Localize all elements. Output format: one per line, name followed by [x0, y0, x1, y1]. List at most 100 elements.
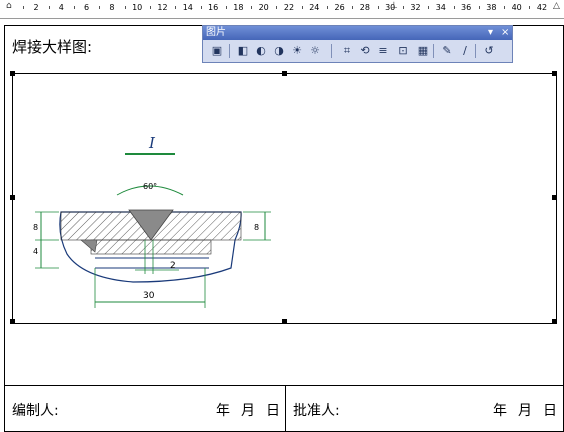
- footer-approved-by-label: 批准人:: [293, 403, 340, 419]
- footer-prepared-by-label: 编制人:: [12, 403, 59, 419]
- ruler-minor-tick: [175, 6, 177, 9]
- color-icon[interactable]: ◧: [235, 43, 251, 59]
- ruler-minor-tick: [99, 6, 101, 9]
- footer-divider: [4, 385, 564, 386]
- handle-top-mid[interactable]: [282, 71, 287, 76]
- toolbar-title: 图片: [206, 27, 226, 38]
- ruler-minor-tick: [74, 6, 75, 9]
- root-weld: [80, 239, 98, 253]
- footer-left-year: 年: [216, 403, 230, 419]
- ruler-number: 18: [233, 3, 244, 12]
- ruler-number: 34: [435, 3, 446, 12]
- ruler-minor-tick: [48, 6, 50, 9]
- ruler-number: 10: [132, 3, 143, 12]
- handle-top-right[interactable]: [552, 71, 557, 76]
- ruler-minor-tick: [504, 6, 506, 9]
- ruler-number: 4: [58, 3, 64, 12]
- page-border-left: [4, 25, 5, 432]
- ruler-number: 26: [334, 3, 345, 12]
- ruler-minor-tick: [251, 6, 253, 9]
- ruler-number: 12: [157, 3, 168, 12]
- footer-split: [285, 385, 286, 432]
- weld-detail-picture[interactable]: I 60° 8 4 8 2 30: [12, 73, 557, 324]
- more-brightness-icon[interactable]: ☀: [289, 43, 305, 59]
- toolbar-separator: [331, 44, 332, 58]
- compress-picture-icon[interactable]: ⊡: [395, 43, 411, 59]
- ruler-minor-tick: [327, 6, 328, 9]
- left-dim-top-label: 8: [33, 223, 38, 232]
- insert-picture-icon[interactable]: ▣: [209, 43, 225, 59]
- more-contrast-icon[interactable]: ◐: [253, 43, 269, 59]
- ruler-number: 42: [536, 3, 548, 12]
- ruler-minor-tick: [200, 6, 202, 9]
- handle-mid-right[interactable]: [552, 195, 557, 200]
- toolbar-buttons: ▣ ◧ ◐ ◑ ☀ ☼ ⌗ ⟲ ≡ ⊡ ▦ ✎ ∕ ↺: [205, 42, 510, 61]
- ruler-number: 14: [182, 3, 193, 12]
- footer-right-year: 年: [493, 403, 507, 419]
- ruler-minor-tick: [276, 6, 278, 9]
- less-brightness-icon[interactable]: ☼: [307, 43, 323, 59]
- line-style-icon[interactable]: ≡: [375, 43, 391, 59]
- right-indent-marker[interactable]: △: [553, 2, 560, 11]
- ruler-number: 32: [410, 3, 421, 12]
- toolbar-close-icon[interactable]: ×: [501, 26, 509, 40]
- ruler-number: 40: [511, 3, 522, 12]
- footer-left-month: 月: [241, 403, 255, 419]
- weld-drawing: I 60° 8 4 8 2 30: [33, 134, 271, 308]
- toolbar-separator: [475, 44, 476, 58]
- ruler-minor-tick: [149, 6, 151, 9]
- right-dim-label: 8: [254, 223, 259, 232]
- handle-bottom-left[interactable]: [10, 319, 15, 324]
- toolbar-separator: [229, 44, 230, 58]
- ruler-minor-tick: [478, 6, 480, 9]
- section-label: I: [148, 134, 156, 152]
- ruler-minor-tick: [453, 6, 455, 9]
- ruler-minor-tick: [225, 6, 227, 9]
- lower-plate-hatch: [90, 239, 212, 255]
- left-indent-marker[interactable]: ⌂: [6, 2, 12, 11]
- ruler-number: 22: [283, 3, 295, 12]
- handle-top-left[interactable]: [10, 71, 15, 76]
- ruler-minor-tick: [124, 6, 126, 9]
- ruler-minor-tick: [402, 6, 404, 9]
- ruler-number: 16: [208, 3, 219, 12]
- toolbar-separator: [433, 44, 434, 58]
- ruler-number: 38: [486, 3, 497, 12]
- picture-toolbar[interactable]: 图片 ▾ × ▣ ◧ ◐ ◑ ☀ ☼ ⌗ ⟲ ≡ ⊡ ▦ ✎ ∕ ↺: [202, 25, 513, 63]
- horizontal-ruler[interactable]: ⌂ 2 4 6 8 10 12 14 16 18 20 22 24 26 28 30 32 34 36 38 40 42 ⊥…: [0, 0, 564, 19]
- handle-bottom-mid[interactable]: [282, 319, 287, 324]
- ruler-number: 36: [461, 3, 472, 12]
- ruler-minor-tick: [428, 6, 430, 9]
- rotate-left-icon[interactable]: ⟲: [357, 43, 373, 59]
- ruler-number: 6: [84, 3, 90, 12]
- reset-picture-icon[interactable]: ↺: [481, 43, 497, 59]
- toolbar-options-icon[interactable]: ▾: [488, 26, 493, 40]
- ruler-number: 8: [109, 3, 115, 12]
- ruler-number: 20: [258, 3, 269, 12]
- handle-mid-left[interactable]: [10, 195, 15, 200]
- less-contrast-icon[interactable]: ◑: [271, 43, 287, 59]
- toolbar-titlebar[interactable]: 图片 ▾ ×: [203, 26, 512, 40]
- set-transparent-color-icon[interactable]: ∕: [457, 43, 473, 59]
- ruler-number: 2: [33, 3, 39, 12]
- left-dim-bottom-label: 4: [33, 247, 38, 256]
- ruler-minor-tick: [23, 6, 25, 9]
- footer-right-month: 月: [518, 403, 532, 419]
- footer-right-day: 日: [543, 403, 557, 419]
- tab-stop-marker[interactable]: ⊥: [390, 2, 398, 11]
- ruler-minor-tick: [301, 6, 303, 9]
- ruler-number: 24: [309, 3, 320, 12]
- format-picture-icon[interactable]: ✎: [439, 43, 455, 59]
- page-title: 焊接大样图:: [12, 38, 93, 56]
- footer-left-day: 日: [266, 403, 280, 419]
- ruler-minor-tick: [377, 6, 379, 9]
- gap-dim-label: 2: [170, 261, 176, 271]
- ruler-minor-tick: [529, 6, 531, 9]
- ruler-number: 28: [359, 3, 370, 12]
- ruler-minor-tick: [352, 6, 354, 9]
- handle-bottom-right[interactable]: [552, 319, 557, 324]
- text-wrapping-icon[interactable]: ▦: [415, 43, 431, 59]
- width-dim-label: 30: [143, 291, 155, 301]
- angle-label: 60°: [143, 182, 157, 191]
- crop-icon[interactable]: ⌗: [339, 43, 355, 59]
